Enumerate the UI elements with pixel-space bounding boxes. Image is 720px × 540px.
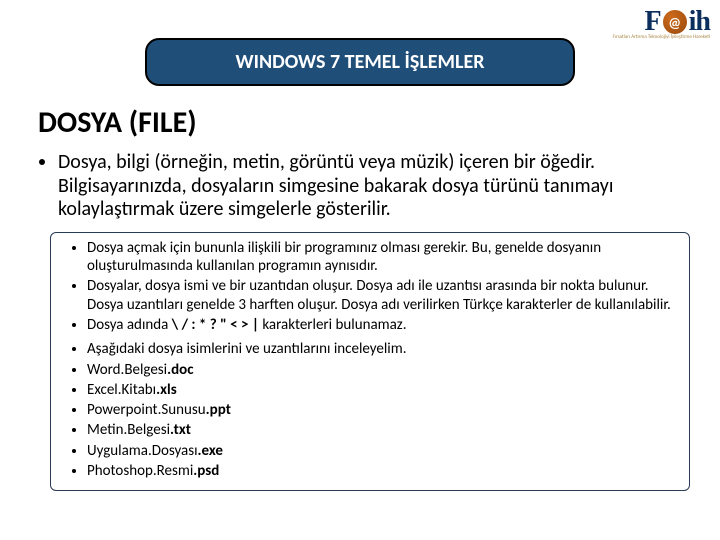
example-ext: .xls [156,381,177,399]
example-ext: .psd [193,462,219,480]
example-ext: .ppt [206,401,231,419]
examine-text: Aşağıdaki dosya isimlerini ve uzantıları… [87,340,673,358]
example-ext: .txt [170,421,191,439]
slide: F @ ih Fırsatları Artırma Teknolojiyi İy… [0,0,720,540]
example-name: Metin.Belgesi [87,421,170,439]
example-ext: .doc [167,361,193,379]
slide-title-pill: WINDOWS 7 TEMEL İŞLEMLER [145,38,575,86]
lead-list: Dosya, bilgi (örneğin, metin, görüntü ve… [58,151,688,222]
example-name: Uygulama.Dosyası [87,442,198,460]
examine-list: Aşağıdaki dosya isimlerini ve uzantıları… [87,340,673,358]
info-list: Dosya açmak için bununla ilişkili bir pr… [87,239,673,334]
logo-subtitle: Fırsatları Artırma Teknolojiyi İyileştir… [613,34,710,40]
example-item: Powerpoint.Sunusu.ppt [87,401,673,419]
example-item: Excel.Kitabı.xls [87,381,673,399]
logo-at-icon: @ [663,10,687,34]
slide-subtitle: DOSYA (FILE) [38,104,696,141]
example-name: Word.Belgesi [87,361,167,379]
example-item: Photoshop.Resmi.psd [87,462,673,480]
info-item-3: Dosya adında \ / : * ? " < > | karakterl… [87,316,673,334]
info-item-3-post: karakterleri bulunamaz. [259,316,407,334]
examples-list: Word.Belgesi.doc Excel.Kitabı.xls Powerp… [87,361,673,481]
info-item-2: Dosyalar, dosya ismi ve bir uzantıdan ol… [87,277,673,314]
lead-text: Dosya, bilgi (örneğin, metin, görüntü ve… [58,151,688,222]
info-item-1: Dosya açmak için bununla ilişkili bir pr… [87,239,673,276]
example-item: Uygulama.Dosyası.exe [87,442,673,460]
example-name: Excel.Kitabı [87,381,156,399]
example-item: Metin.Belgesi.txt [87,421,673,439]
example-name: Photoshop.Resmi [87,462,193,480]
example-ext: .exe [198,442,223,460]
example-name: Powerpoint.Sunusu [87,401,206,419]
info-item-3-pre: Dosya adında [87,316,172,334]
title-pill-wrap: WINDOWS 7 TEMEL İŞLEMLER [24,38,696,86]
info-box: Dosya açmak için bununla ilişkili bir pr… [50,232,690,492]
example-item: Word.Belgesi.doc [87,361,673,379]
info-item-3-chars: \ / : * ? " < > | [172,316,259,334]
